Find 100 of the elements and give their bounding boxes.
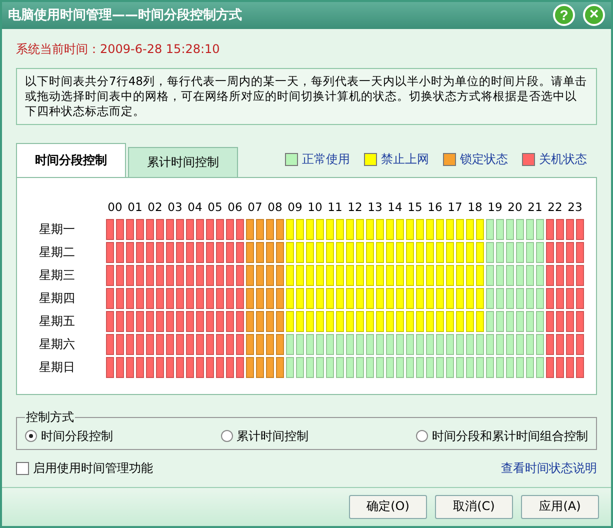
time-slot[interactable] (245, 240, 255, 264)
time-slot[interactable] (525, 310, 535, 333)
time-slot[interactable] (515, 264, 525, 287)
time-slot[interactable] (575, 286, 585, 310)
time-slot[interactable] (205, 240, 215, 264)
time-slot[interactable] (255, 332, 265, 356)
time-slot[interactable] (575, 264, 585, 287)
time-slot[interactable] (195, 310, 205, 333)
time-slot[interactable] (165, 356, 175, 379)
dialog-button[interactable]: 取消(C) (435, 494, 513, 519)
time-slot[interactable] (365, 356, 375, 379)
time-slot[interactable] (305, 332, 315, 356)
time-slot[interactable] (345, 332, 355, 356)
time-slot[interactable] (155, 286, 165, 310)
time-slot[interactable] (285, 332, 295, 356)
time-slot[interactable] (505, 218, 515, 241)
time-slot[interactable] (265, 240, 275, 264)
help-link[interactable]: 查看时间状态说明 (501, 460, 597, 477)
time-slot[interactable] (545, 310, 555, 333)
time-slot[interactable] (255, 264, 265, 287)
time-slot[interactable] (105, 332, 115, 356)
time-slot[interactable] (505, 264, 515, 287)
time-slot[interactable] (115, 356, 125, 379)
time-slot[interactable] (235, 356, 245, 379)
time-slot[interactable] (255, 356, 265, 379)
time-slot[interactable] (255, 218, 265, 241)
time-slot[interactable] (315, 356, 325, 379)
time-slot[interactable] (485, 218, 495, 241)
time-slot[interactable] (565, 286, 575, 310)
time-slot[interactable] (445, 356, 455, 379)
time-slot[interactable] (215, 310, 225, 333)
time-slot[interactable] (525, 264, 535, 287)
radio-icon[interactable] (25, 430, 37, 442)
time-slot[interactable] (245, 286, 255, 310)
time-slot[interactable] (495, 356, 505, 379)
time-slot[interactable] (435, 356, 445, 379)
time-slot[interactable] (355, 332, 365, 356)
time-slot[interactable] (485, 356, 495, 379)
time-slot[interactable] (565, 240, 575, 264)
time-slot[interactable] (575, 310, 585, 333)
time-slot[interactable] (275, 240, 285, 264)
time-slot[interactable] (425, 332, 435, 356)
time-slot[interactable] (575, 332, 585, 356)
time-slot[interactable] (205, 332, 215, 356)
time-slot[interactable] (475, 332, 485, 356)
enable-checkbox[interactable]: 启用使用时间管理功能 (16, 460, 153, 477)
time-slot[interactable] (195, 264, 205, 287)
time-slot[interactable] (235, 264, 245, 287)
time-slot[interactable] (575, 218, 585, 241)
radio-icon[interactable] (220, 430, 232, 442)
time-slot[interactable] (165, 310, 175, 333)
time-slot[interactable] (525, 356, 535, 379)
time-slot[interactable] (505, 240, 515, 264)
time-slot[interactable] (565, 356, 575, 379)
time-slot[interactable] (125, 310, 135, 333)
time-slot[interactable] (185, 286, 195, 310)
time-slot[interactable] (145, 356, 155, 379)
time-slot[interactable] (275, 332, 285, 356)
time-slot[interactable] (135, 240, 145, 264)
time-slot[interactable] (555, 310, 565, 333)
time-slot[interactable] (105, 264, 115, 287)
time-slot[interactable] (375, 356, 385, 379)
time-slot[interactable] (335, 332, 345, 356)
time-slot[interactable] (175, 310, 185, 333)
time-slot[interactable] (555, 332, 565, 356)
radio-icon[interactable] (416, 430, 428, 442)
time-slot[interactable] (545, 218, 555, 241)
time-slot[interactable] (105, 356, 115, 379)
time-slot[interactable] (155, 332, 165, 356)
time-slot[interactable] (125, 240, 135, 264)
time-slot[interactable] (405, 356, 415, 379)
time-slot[interactable] (195, 218, 205, 241)
time-slot[interactable] (255, 286, 265, 310)
time-slot[interactable] (205, 264, 215, 287)
time-slot[interactable] (495, 264, 505, 287)
time-slot[interactable] (165, 240, 175, 264)
time-slot[interactable] (535, 240, 545, 264)
time-slot[interactable] (215, 264, 225, 287)
time-slot[interactable] (405, 332, 415, 356)
time-slot[interactable] (215, 356, 225, 379)
time-slot[interactable] (125, 218, 135, 241)
time-slot[interactable] (555, 356, 565, 379)
time-slot[interactable] (235, 332, 245, 356)
time-slot[interactable] (535, 310, 545, 333)
time-slot[interactable] (335, 356, 345, 379)
time-slot[interactable] (135, 264, 145, 287)
time-slot[interactable] (545, 286, 555, 310)
time-slot[interactable] (265, 332, 275, 356)
tab[interactable]: 累计时间控制 (128, 146, 238, 177)
time-slot[interactable] (495, 218, 505, 241)
time-slot[interactable] (105, 218, 115, 241)
time-slot[interactable] (145, 264, 155, 287)
time-slot[interactable] (465, 356, 475, 379)
time-slot[interactable] (525, 286, 535, 310)
time-slot[interactable] (395, 356, 405, 379)
time-slot[interactable] (385, 332, 395, 356)
time-slot[interactable] (145, 218, 155, 241)
time-slot[interactable] (155, 240, 165, 264)
time-slot[interactable] (135, 310, 145, 333)
time-slot[interactable] (495, 332, 505, 356)
